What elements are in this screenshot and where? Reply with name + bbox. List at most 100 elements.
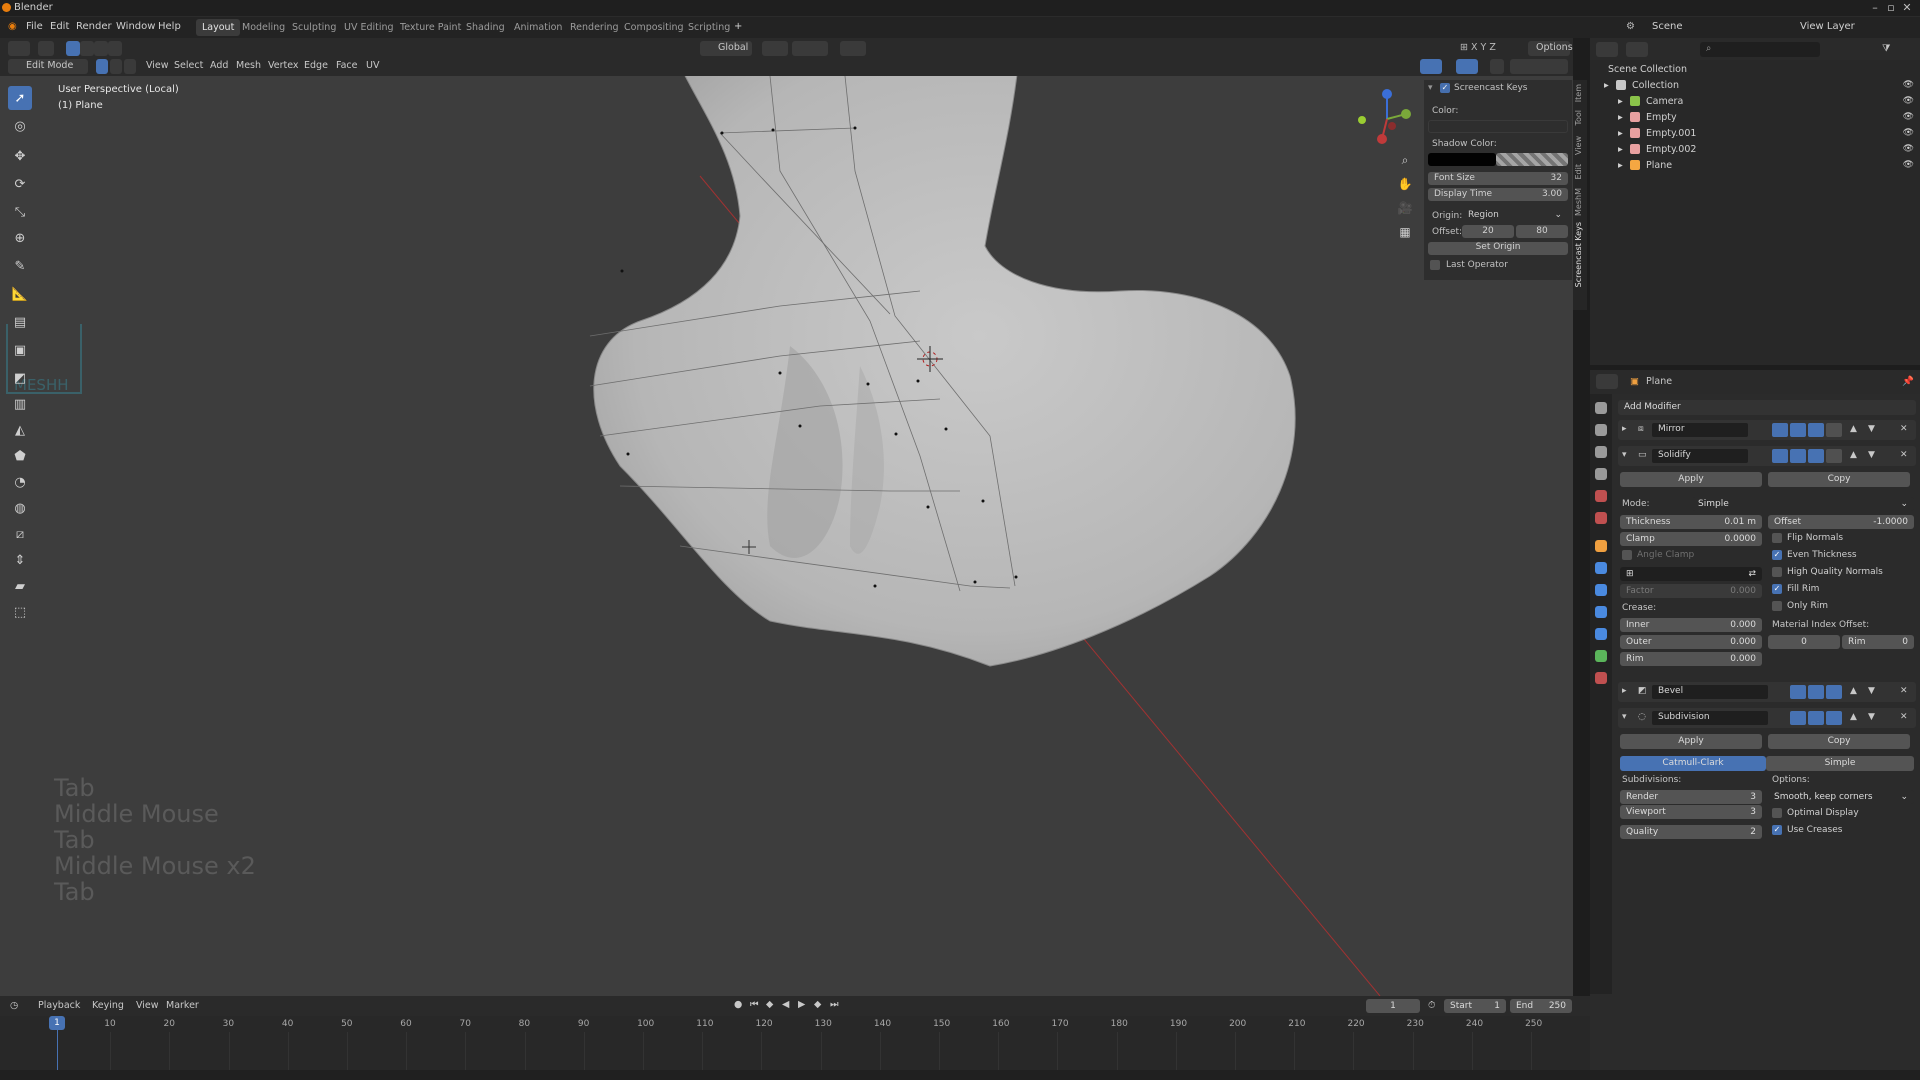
camera-view-icon[interactable]: 🎥 <box>1395 198 1415 218</box>
only-rim-checkbox[interactable] <box>1772 601 1782 611</box>
world-tab-icon[interactable] <box>1595 512 1607 524</box>
menu-edit[interactable]: Edit <box>50 21 69 32</box>
thickness-field[interactable]: Thickness 0.01 m <box>1620 515 1762 529</box>
expand-icon[interactable]: ▸ <box>1618 96 1623 107</box>
menu-face[interactable]: Face <box>336 60 357 71</box>
move-down-icon[interactable]: ▼ <box>1868 450 1875 460</box>
clamp-field[interactable]: Clamp 0.0000 <box>1620 532 1762 546</box>
cursor-tool-icon[interactable]: ◎ <box>8 114 32 138</box>
minimize-icon[interactable]: – <box>1868 1 1882 14</box>
optimal-display-toggle[interactable]: Optimal Display <box>1772 808 1859 818</box>
timeline[interactable]: 1 10 20 30 40 50 60 70 80 90 100 110 120 130 140 150 16… <box>0 1016 1590 1070</box>
sidebar-tab-item[interactable]: Item <box>1574 84 1586 102</box>
loop-cut-tool-icon[interactable]: ▥ <box>8 392 32 416</box>
even-thickness-toggle[interactable]: ✓ Even Thickness <box>1772 550 1857 560</box>
shrink-fatten-tool-icon[interactable]: ⇕ <box>8 548 32 572</box>
outliner-editor-type-icon[interactable] <box>1596 42 1618 57</box>
expand-icon[interactable]: ▸ <box>1622 424 1627 434</box>
spin-tool-icon[interactable]: ◔ <box>8 470 32 494</box>
select-mode-subtract-icon[interactable] <box>94 41 108 56</box>
remove-modifier-icon[interactable]: ✕ <box>1900 450 1908 460</box>
collapse-icon[interactable]: ▾ <box>1622 450 1627 460</box>
move-down-icon[interactable]: ▼ <box>1868 712 1875 722</box>
render-tab-icon[interactable] <box>1595 424 1607 436</box>
mode-dropdown[interactable]: Edit Mode <box>26 60 73 71</box>
menu-uv[interactable]: UV <box>366 60 379 71</box>
material-tab-icon[interactable] <box>1595 672 1607 684</box>
select-mode-new-icon[interactable] <box>66 41 80 56</box>
use-creases-toggle[interactable]: ✓ Use Creases <box>1772 825 1842 835</box>
zoom-icon[interactable]: ⌕ <box>1395 150 1415 170</box>
use-creases-checkbox[interactable]: ✓ <box>1772 825 1782 835</box>
start-frame-field[interactable]: Start 1 <box>1444 999 1506 1013</box>
edge-select-icon[interactable] <box>110 59 122 74</box>
tab-uv-editing[interactable]: UV Editing <box>338 19 400 36</box>
material-rim-field[interactable]: Rim 0 <box>1842 635 1914 649</box>
visibility-eye-icon[interactable]: 👁 <box>1903 144 1914 154</box>
solidify-mode-dropdown[interactable]: Simple ⌄ <box>1692 497 1914 511</box>
fill-rim-checkbox[interactable]: ✓ <box>1772 584 1782 594</box>
add-workspace-icon[interactable]: + <box>734 21 742 32</box>
expand-icon[interactable]: ▸ <box>1604 80 1609 91</box>
menu-vertex[interactable]: Vertex <box>268 60 299 71</box>
tool-tab-icon[interactable] <box>1595 402 1607 414</box>
timeline-editor-type-icon[interactable]: ◷ <box>10 1000 18 1011</box>
inset-tool-icon[interactable]: ▣ <box>8 338 32 362</box>
scene-tab-icon[interactable] <box>1595 490 1607 502</box>
offset-x-field[interactable]: 20 <box>1462 225 1514 238</box>
set-origin-button[interactable]: Set Origin <box>1428 242 1568 255</box>
physics-tab-icon[interactable] <box>1595 606 1607 618</box>
catmull-clark-toggle[interactable]: Catmull-Clark <box>1620 756 1766 771</box>
filter-icon[interactable]: ⧩ <box>1882 43 1890 54</box>
shadow-alpha-swatch[interactable] <box>1496 153 1568 166</box>
transform-orientation-dropdown[interactable]: Global <box>718 42 748 53</box>
scale-tool-icon[interactable]: ⤡ <box>8 200 32 224</box>
crease-rim-field[interactable]: Rim 0.000 <box>1620 652 1762 666</box>
crease-outer-field[interactable]: Outer 0.000 <box>1620 635 1762 649</box>
gizmo-toggle-icon[interactable] <box>1420 59 1442 74</box>
face-select-icon[interactable] <box>124 59 136 74</box>
vertex-group-field[interactable]: ⊞ ⇄ <box>1620 567 1762 581</box>
outliner-row[interactable]: ▸ Camera 👁 <box>1590 94 1920 110</box>
outliner-row[interactable]: ▸ Empty.002 👁 <box>1590 142 1920 158</box>
pin-icon[interactable]: 📌 <box>1902 376 1914 387</box>
angle-clamp-toggle[interactable]: Angle Clamp <box>1622 550 1694 560</box>
current-frame-field[interactable]: 1 <box>1366 999 1420 1013</box>
bevel-tool-icon[interactable]: ◩ <box>8 366 32 390</box>
maximize-icon[interactable]: ▫ <box>1884 1 1898 14</box>
subdivision-name-field[interactable]: Subdivision <box>1652 711 1768 725</box>
solidify-copy-button[interactable]: Copy <box>1768 472 1910 487</box>
axis-mirror-icons[interactable]: ⊞ X Y Z <box>1460 42 1496 53</box>
tab-modeling[interactable]: Modeling <box>236 19 291 36</box>
only-rim-toggle[interactable]: Only Rim <box>1772 601 1828 611</box>
simple-toggle[interactable]: Simple <box>1766 756 1914 771</box>
close-icon[interactable]: ✕ <box>1900 1 1914 14</box>
jump-start-icon[interactable]: ⏮ <box>750 999 759 1010</box>
menu-file[interactable]: File <box>26 21 43 32</box>
end-frame-field[interactable]: End 250 <box>1510 999 1572 1013</box>
sidebar-tab-tool[interactable]: Tool <box>1574 110 1586 126</box>
editor-type-button[interactable] <box>8 41 30 56</box>
color-swatch[interactable] <box>1428 120 1568 133</box>
move-tool-icon[interactable]: ✥ <box>8 144 32 168</box>
output-tab-icon[interactable] <box>1595 446 1607 458</box>
data-tab-icon[interactable] <box>1595 650 1607 662</box>
offset-y-field[interactable]: 80 <box>1516 225 1568 238</box>
panel-collapse-icon[interactable]: ▾ <box>1428 83 1433 93</box>
tab-rendering[interactable]: Rendering <box>564 19 625 36</box>
select-tool-icon[interactable]: ➚ <box>8 86 32 110</box>
outliner-search-input[interactable] <box>1700 42 1820 57</box>
pan-hand-icon[interactable]: ✋ <box>1395 174 1415 194</box>
xray-icon[interactable] <box>1490 59 1504 74</box>
properties-editor-type-icon[interactable] <box>1596 374 1618 389</box>
menu-edge[interactable]: Edge <box>304 60 328 71</box>
font-size-field[interactable]: Font Size 32 <box>1428 172 1568 185</box>
render-levels-field[interactable]: Render 3 <box>1620 790 1762 804</box>
snap-icon[interactable] <box>792 41 828 56</box>
outliner-row[interactable]: ▸ Plane 👁 <box>1590 158 1920 174</box>
expand-icon[interactable]: ▸ <box>1618 160 1623 171</box>
sidebar-tab-meshm[interactable]: MeshM <box>1574 188 1586 216</box>
shading-mode-icons[interactable] <box>1510 59 1568 74</box>
knife-tool-icon[interactable]: ◭ <box>8 418 32 442</box>
measure-tool-icon[interactable]: 📐 <box>8 282 32 306</box>
